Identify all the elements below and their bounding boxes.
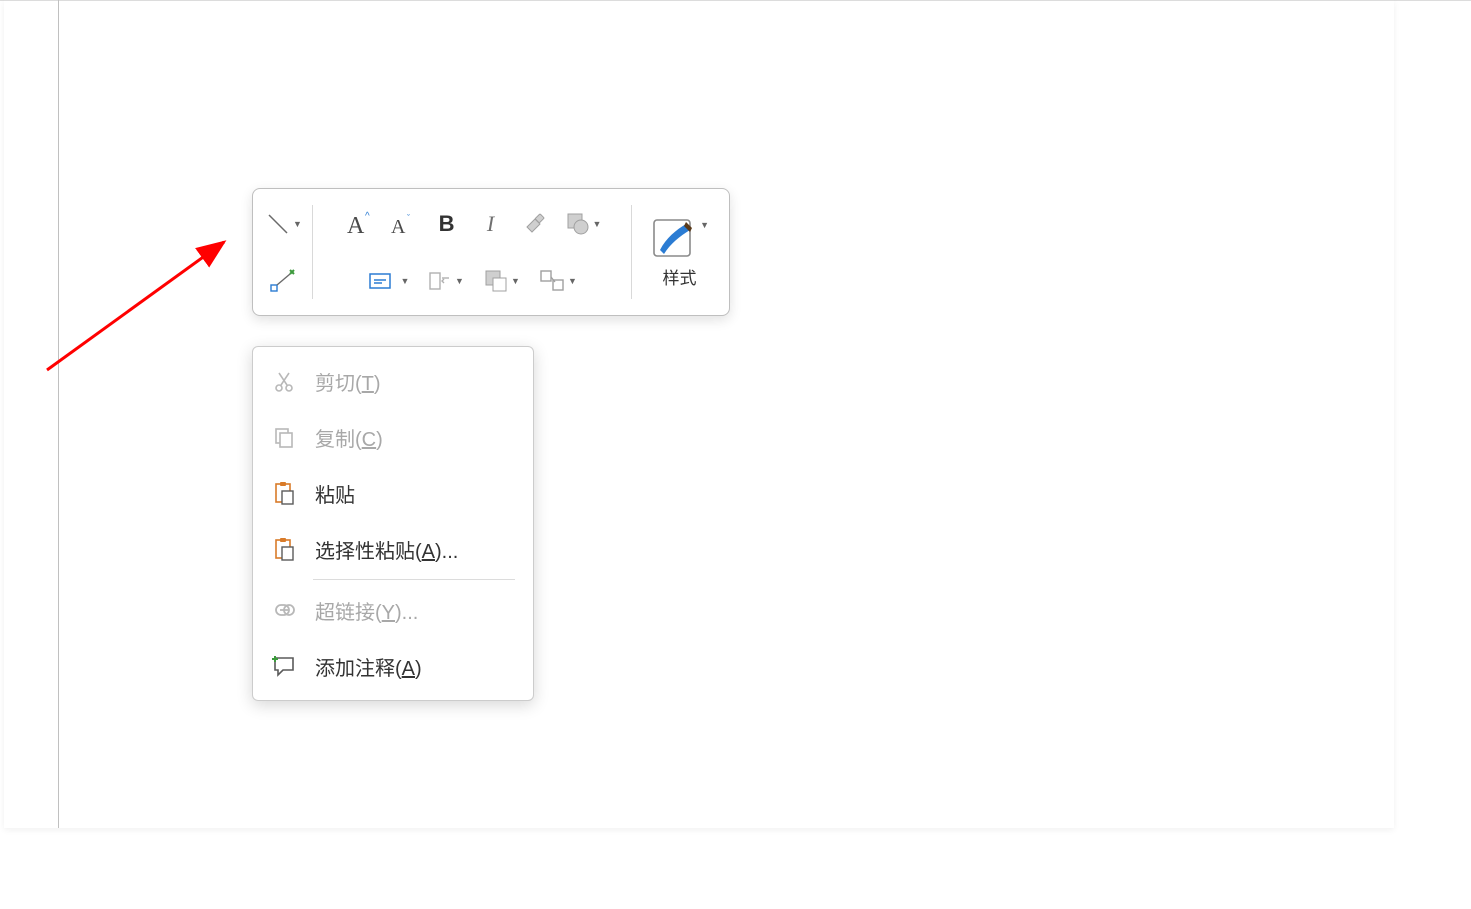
menu-hyperlink-label: 超链接(Y)... [315,596,418,625]
bring-forward-icon [483,268,509,294]
context-menu: 剪切(T) 复制(C) 粘贴 选择性粘贴(A)... 超链接(Y)... 添加注… [252,346,534,701]
svg-text:A: A [391,216,406,238]
svg-text:^: ^ [365,211,370,222]
styles-icon [650,216,696,262]
toolbar-separator [631,205,632,299]
arrange-icon [538,268,566,294]
menu-add-comment[interactable]: 添加注释(A) [253,638,533,694]
connector-shape-button[interactable] [264,260,302,302]
chevron-down-icon: ▼ [568,276,577,286]
arrange-button[interactable]: ▼ [533,260,581,302]
chevron-down-icon: ▼ [700,220,709,230]
increase-font-button[interactable]: A ^ [339,203,377,245]
menu-paste[interactable]: 粘贴 [253,465,533,521]
toolbar-shapes-col: ▼ [257,193,310,311]
menu-add-comment-label: 添加注释(A) [315,652,422,681]
chevron-down-icon: ▼ [511,276,520,286]
page-shadow [4,0,1394,828]
mini-formatting-toolbar: ▼ A ^ [252,188,730,316]
link-icon [271,597,297,623]
menu-paste-special[interactable]: 选择性粘贴(A)... [253,521,533,577]
brush-icon [522,211,548,237]
svg-text:A: A [347,213,365,239]
menu-paste-special-label: 选择性粘贴(A)... [315,535,458,564]
shape-fill-icon [565,211,591,237]
chevron-down-icon: ▼ [455,276,464,286]
bring-forward-button[interactable]: ▼ [477,260,525,302]
page-margin-line [58,0,59,828]
menu-hyperlink: 超链接(Y)... [253,582,533,638]
connector-icon [268,268,298,294]
line-shape-button[interactable]: ▼ [261,203,306,245]
decrease-font-button[interactable]: A ˇ [385,203,421,245]
menu-cut: 剪切(T) [253,353,533,409]
menu-paste-label: 粘贴 [315,479,355,508]
paste-icon [271,480,297,506]
toolbar-styles-col: ▼ 样式 [634,193,725,311]
shape-fill-button[interactable]: ▼ [561,203,606,245]
paste-special-icon [271,536,297,562]
svg-text:ˇ: ˇ [407,213,410,223]
copy-icon [271,424,297,450]
menu-separator [313,579,515,580]
bold-icon: B [439,211,455,237]
text-wrap-icon [427,268,453,294]
comment-icon [271,653,297,679]
format-painter-button[interactable] [517,203,553,245]
styles-label: 样式 [663,264,697,289]
italic-icon: I [487,211,494,237]
bold-button[interactable]: B [429,203,465,245]
align-icon [367,268,393,294]
chevron-down-icon: ▼ [593,219,602,229]
chevron-down-icon: ▼ [401,276,410,286]
font-increase-icon: A ^ [343,209,373,239]
font-decrease-icon: A ˇ [389,209,417,239]
italic-button[interactable]: I [473,203,509,245]
menu-cut-label: 剪切(T) [315,367,381,396]
chevron-down-icon: ▼ [293,219,302,229]
toolbar-separator [312,205,313,299]
line-icon [265,211,291,237]
text-alignment-button[interactable]: ▼ [363,260,414,302]
styles-button[interactable]: ▼ 样式 [642,212,717,293]
page-top-edge [0,0,1471,1]
cut-icon [271,368,297,394]
toolbar-format-col: A ^ A ˇ B I [315,193,629,311]
menu-copy: 复制(C) [253,409,533,465]
text-wrap-button[interactable]: ▼ [421,260,469,302]
menu-copy-label: 复制(C) [315,423,383,452]
annotation-arrow [42,230,242,390]
